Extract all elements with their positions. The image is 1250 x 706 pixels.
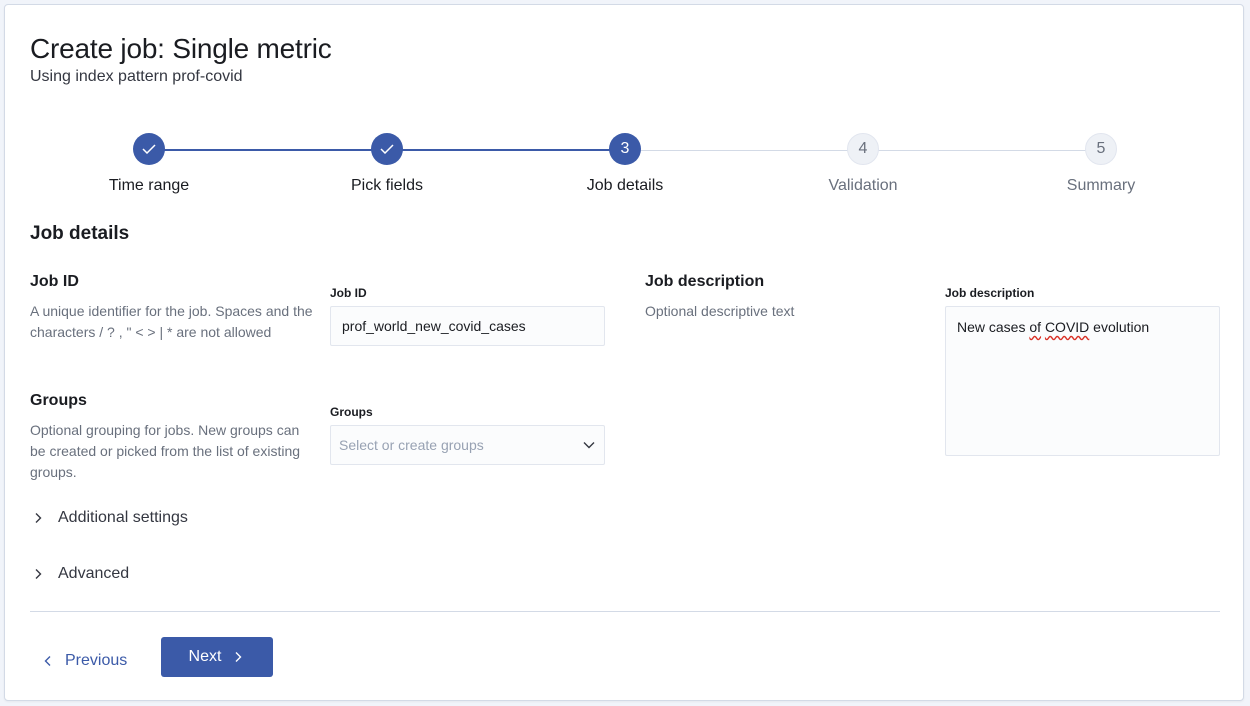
chevron-left-icon [44, 656, 51, 666]
step-complete-indicator [133, 133, 165, 165]
check-icon [380, 144, 394, 154]
job-id-label: Job ID [330, 286, 367, 300]
job-id-description: A unique identifier for the job. Spaces … [30, 303, 313, 340]
step-job-details[interactable]: 3 Job details [535, 133, 715, 195]
step-number: 5 [1085, 133, 1117, 165]
additional-settings-accordion[interactable]: Additional settings [30, 509, 188, 527]
step-title: Pick fields [350, 177, 424, 194]
next-label: Next [188, 648, 222, 665]
job-description-textarea[interactable]: New cases of COVID evolution [945, 306, 1220, 456]
textarea-text-part: evolution [1089, 319, 1150, 335]
accordion-label: Additional settings [58, 509, 188, 526]
check-icon [142, 144, 156, 154]
groups-label: Groups [330, 405, 373, 419]
spellcheck-flagged-word: COVID [1044, 319, 1090, 335]
step-number: 4 [847, 133, 879, 165]
next-button[interactable]: Next [161, 637, 273, 677]
accordion-label: Advanced [58, 565, 130, 582]
textarea-text-part: New cases [957, 319, 1030, 335]
page-title: Create job: Single metric [30, 33, 332, 64]
groups-description: Optional grouping for jobs. New groups c… [30, 422, 301, 480]
job-description-title: Job description [645, 273, 765, 290]
step-number: 3 [609, 133, 641, 165]
step-complete-indicator [371, 133, 403, 165]
page-subtitle: Using index pattern prof-covid [30, 68, 243, 85]
advanced-accordion[interactable]: Advanced [30, 565, 129, 583]
previous-label: Previous [65, 652, 128, 669]
spellcheck-flagged-word: of [1029, 319, 1042, 335]
step-title: Job details [586, 177, 664, 194]
job-description-help: Optional descriptive text [645, 303, 795, 319]
chevron-down-icon[interactable] [582, 438, 596, 452]
wizard-stepper: Time range Pick fields 3 Job details 4 V… [5, 133, 1245, 203]
step-validation[interactable]: 4 Validation [773, 133, 953, 195]
chevron-right-icon [35, 513, 42, 523]
groups-placeholder: Select or create groups [339, 437, 484, 453]
footer-divider [30, 611, 1220, 612]
job-id-input[interactable] [330, 306, 605, 346]
chevron-right-icon [35, 569, 42, 579]
job-id-title: Job ID [30, 273, 79, 290]
previous-button[interactable]: Previous [35, 641, 133, 681]
step-summary[interactable]: 5 Summary [1011, 133, 1191, 195]
groups-title: Groups [30, 392, 87, 409]
step-pick-fields[interactable]: Pick fields [297, 133, 477, 195]
section-title: Job details [30, 223, 130, 244]
step-title: Time range [108, 177, 190, 194]
step-time-range[interactable]: Time range [59, 133, 239, 195]
step-title: Summary [1066, 177, 1136, 194]
step-title: Validation [828, 177, 898, 194]
job-description-label: Job description [945, 286, 1035, 300]
create-job-panel: Create job: Single metric Using index pa… [4, 4, 1244, 701]
groups-combobox[interactable]: Select or create groups [330, 425, 605, 465]
chevron-right-icon [235, 652, 242, 662]
